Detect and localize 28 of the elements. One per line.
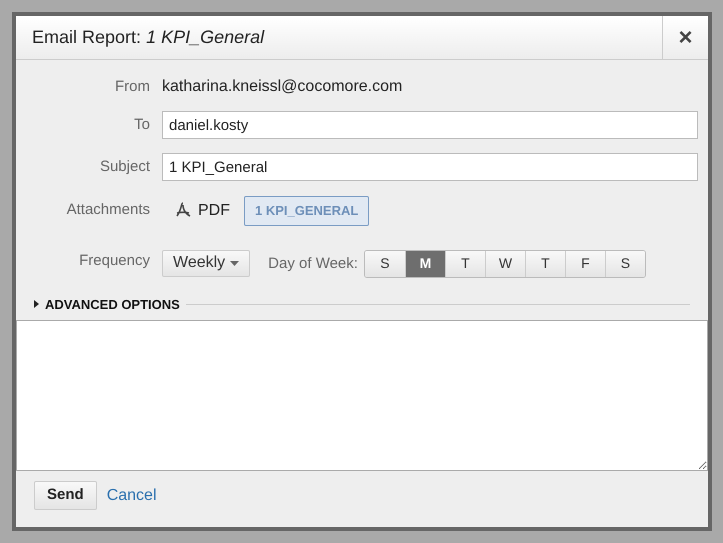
triangle-icon bbox=[34, 300, 39, 308]
frequency-dropdown[interactable]: Weekly bbox=[162, 250, 250, 276]
day-toggle[interactable]: T bbox=[524, 250, 565, 276]
report-tag: 1 KPI_GENERAL bbox=[244, 196, 370, 226]
message-field[interactable] bbox=[16, 320, 708, 471]
day-toggle[interactable]: S bbox=[364, 250, 405, 276]
subject-field[interactable]: 1 KPI_General bbox=[162, 153, 698, 181]
send-button[interactable]: Send bbox=[34, 481, 97, 510]
cancel-link[interactable]: Cancel bbox=[106, 484, 156, 508]
to-field[interactable]: daniel.kosty bbox=[162, 111, 698, 139]
caret-icon bbox=[230, 260, 240, 266]
day-toggle[interactable]: T bbox=[444, 250, 485, 276]
day-toggle[interactable]: F bbox=[564, 250, 605, 276]
day-of-week-label: Day of Week: bbox=[268, 254, 358, 274]
frequency-label: Frequency bbox=[78, 250, 150, 270]
day-toggle[interactable]: S bbox=[604, 250, 645, 276]
close-button[interactable]: × bbox=[662, 16, 708, 59]
from-value: katharina.kneissl@cocomore.com bbox=[162, 77, 402, 97]
day-toggle[interactable]: W bbox=[484, 250, 525, 276]
pdf-label: PDF bbox=[198, 201, 230, 221]
day-toggle[interactable]: M bbox=[404, 250, 445, 276]
attachments-label: Attachments bbox=[66, 200, 150, 220]
subject-label: Subject bbox=[98, 156, 150, 177]
from-label: From bbox=[114, 76, 150, 97]
pdf-icon bbox=[174, 201, 192, 219]
dialog-title: Email Report: 1 KPI_General bbox=[31, 26, 266, 49]
advanced-options-toggle[interactable]: ADVANCED OPTIONS bbox=[34, 294, 180, 314]
to-label: To bbox=[133, 114, 150, 135]
